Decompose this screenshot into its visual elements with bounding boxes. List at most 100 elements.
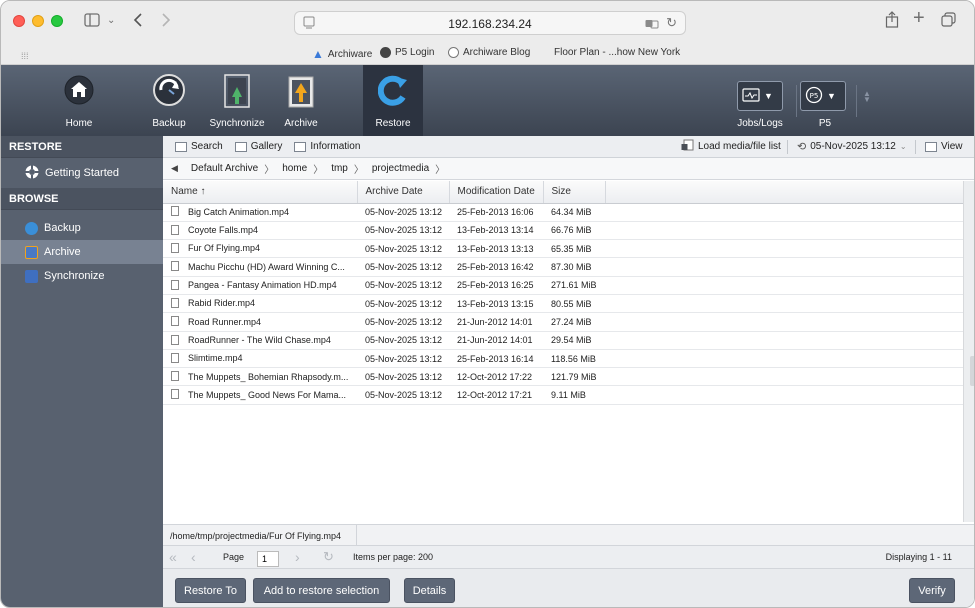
- verify-button[interactable]: Verify: [909, 578, 955, 603]
- archive-date-cell: 05-Nov-2025 13:12: [357, 331, 449, 350]
- column-header-archive-date[interactable]: Archive Date: [357, 181, 450, 204]
- address-text: 192.168.234.24: [448, 17, 532, 31]
- back-icon[interactable]: [133, 12, 143, 32]
- sidebar-item-synchronize[interactable]: Synchronize: [1, 264, 163, 288]
- table-row[interactable]: Coyote Falls.mp4 05-Nov-2025 13:12 13-Feb-…: [163, 221, 963, 241]
- backup-button[interactable]: Backup: [137, 65, 201, 136]
- breadcrumb-separator-icon: 〉: [313, 165, 324, 176]
- column-header-name[interactable]: Name ↑: [163, 181, 358, 204]
- sidebar-item-getting-started[interactable]: Getting Started: [1, 158, 163, 188]
- table-row[interactable]: Slimtime.mp4 05-Nov-2025 13:12 25-Feb-2013…: [163, 349, 963, 369]
- archive-button[interactable]: Archive: [273, 65, 329, 136]
- table-row[interactable]: RoadRunner - The Wild Chase.mp4 05-Nov-20…: [163, 331, 963, 350]
- path-bar: /home/tmp/projectmedia/Fur Of Flying.mp4: [163, 524, 974, 546]
- favorite-p5-login[interactable]: P5 Login: [380, 47, 434, 58]
- first-page-icon[interactable]: «: [169, 549, 177, 565]
- next-page-icon[interactable]: ›: [295, 549, 300, 565]
- cell-text: 9.11 MiB: [551, 390, 586, 401]
- displaying-count: Displaying 1 - 11: [885, 552, 952, 562]
- table-row[interactable]: The Muppets_ Good News For Mama... 05-Nov…: [163, 385, 963, 405]
- file-name-cell: The Muppets_ Good News For Mama...: [163, 385, 357, 405]
- synchronize-label: Synchronize: [209, 118, 265, 129]
- minimize-window-button[interactable]: [32, 15, 44, 27]
- scrollbar-thumb[interactable]: [970, 356, 974, 386]
- favorite-archiware[interactable]: ▲ Archiware: [312, 47, 372, 61]
- view-button[interactable]: View: [919, 138, 969, 156]
- information-tab[interactable]: Information: [288, 138, 366, 156]
- previous-page-icon[interactable]: ‹: [191, 549, 196, 565]
- gallery-tab[interactable]: Gallery: [229, 138, 289, 156]
- filler-cell: [605, 221, 963, 241]
- table-row[interactable]: Pangea - Fantasy Animation HD.mp4 05-Nov-…: [163, 276, 963, 295]
- restore-label: Restore: [375, 118, 411, 129]
- breadcrumb-back-icon[interactable]: ◀: [171, 163, 178, 174]
- column-header-modification-date[interactable]: Modification Date: [449, 181, 544, 204]
- size-cell: 118.56 MiB: [543, 349, 605, 369]
- breadcrumb-item[interactable]: projectmedia: [370, 163, 431, 174]
- chevron-down-icon[interactable]: ⌄: [107, 13, 115, 29]
- reload-icon[interactable]: ↻: [666, 15, 677, 31]
- address-bar[interactable]: 192.168.234.24 ↻: [294, 11, 686, 35]
- table-row[interactable]: Fur Of Flying.mp4 05-Nov-2025 13:12 13-Feb…: [163, 239, 963, 259]
- tab-overview-icon[interactable]: [941, 12, 956, 31]
- archive-label: Archive: [284, 118, 318, 129]
- filler-cell: [605, 203, 963, 222]
- more-icon[interactable]: ▲ ▼: [863, 90, 871, 104]
- table-row[interactable]: Machu Picchu (HD) Award Winning C... 05-N…: [163, 257, 963, 277]
- table-row[interactable]: Big Catch Animation.mp4 05-Nov-2025 13:12…: [163, 203, 963, 222]
- jobs-logs-dropdown[interactable]: ▼: [737, 81, 783, 111]
- breadcrumb-item[interactable]: home: [280, 163, 309, 174]
- sidebar: RESTORE Getting Started BROWSE Backup Ar…: [1, 136, 163, 607]
- cell-text: 12-Oct-2012 17:22: [457, 371, 533, 382]
- breadcrumb-item[interactable]: tmp: [329, 163, 350, 174]
- add-to-restore-selection-button[interactable]: Add to restore selection: [253, 578, 390, 603]
- restore-icon: [377, 75, 408, 110]
- close-window-button[interactable]: [13, 15, 25, 27]
- cell-text: 271.61 MiB: [551, 280, 597, 291]
- restore-button[interactable]: Restore: [363, 65, 423, 136]
- table-row[interactable]: Road Runner.mp4 05-Nov-2025 13:12 21-Jun-2…: [163, 312, 963, 332]
- favorites-bar: ▲ Archiware P5 Login Archiware Blog Floo…: [1, 45, 974, 63]
- column-header-size[interactable]: Size: [543, 181, 606, 204]
- modification-date-cell: 25-Feb-2013 16:25: [449, 276, 543, 295]
- forward-icon[interactable]: [161, 12, 171, 32]
- file-icon: [171, 279, 179, 290]
- breadcrumb-item[interactable]: Default Archive: [189, 163, 260, 174]
- sidebar-toggle-icon[interactable]: [84, 13, 100, 31]
- p5-dropdown[interactable]: P5 ▼: [800, 81, 846, 111]
- sidebar-item-backup[interactable]: Backup: [1, 216, 163, 240]
- sidebar-item-archive[interactable]: Archive: [1, 240, 163, 264]
- table-row[interactable]: Rabid Rider.mp4 05-Nov-2025 13:12 13-Feb-2…: [163, 294, 963, 314]
- p5-button[interactable]: P5 ▼ P5: [795, 65, 855, 136]
- breadcrumb-separator-icon: 〉: [264, 165, 275, 176]
- modification-date-cell: 13-Feb-2013 13:13: [449, 239, 543, 259]
- share-icon[interactable]: [885, 11, 899, 33]
- file-table: Name ↑ Archive Date Modification Date Si…: [163, 181, 963, 405]
- breadcrumb-separator-icon: 〉: [353, 165, 364, 176]
- refresh-icon[interactable]: ↻: [323, 549, 334, 565]
- vertical-scrollbar[interactable]: [963, 181, 974, 522]
- cell-text: 05-Nov-2025 13:12: [365, 371, 443, 382]
- favorite-floor-plan[interactable]: Floor Plan - ...how New York: [554, 47, 680, 58]
- favorite-archiware-blog[interactable]: Archiware Blog: [448, 47, 530, 58]
- modification-date-cell: 25-Feb-2013 16:06: [449, 203, 543, 222]
- archive-icon: [25, 245, 38, 259]
- search-tab[interactable]: Search: [169, 138, 229, 156]
- archive-date-cell: 05-Nov-2025 13:12: [357, 367, 449, 387]
- date-picker[interactable]: ⟲ 05-Nov-2025 13:12 ⌄: [791, 138, 913, 156]
- cell-text: 05-Nov-2025 13:12: [365, 280, 443, 291]
- zoom-window-button[interactable]: [51, 15, 63, 27]
- file-icon: [171, 316, 179, 327]
- translate-icon[interactable]: [645, 17, 659, 35]
- jobs-logs-button[interactable]: ▼ Jobs/Logs: [725, 65, 795, 136]
- restore-to-button[interactable]: Restore To: [175, 578, 246, 603]
- details-button[interactable]: Details: [404, 578, 455, 603]
- home-button[interactable]: Home: [53, 65, 105, 136]
- new-tab-icon[interactable]: +: [913, 8, 925, 28]
- synchronize-button[interactable]: Synchronize: [205, 65, 269, 136]
- table-row[interactable]: The Muppets_ Bohemian Rhapsody.m... 05-No…: [163, 367, 963, 387]
- jobs-logs-label: Jobs/Logs: [737, 118, 783, 129]
- load-list-button[interactable]: Load media/file list: [675, 138, 787, 156]
- cell-text: 29.54 MiB: [551, 335, 592, 346]
- page-number-input[interactable]: [257, 551, 279, 567]
